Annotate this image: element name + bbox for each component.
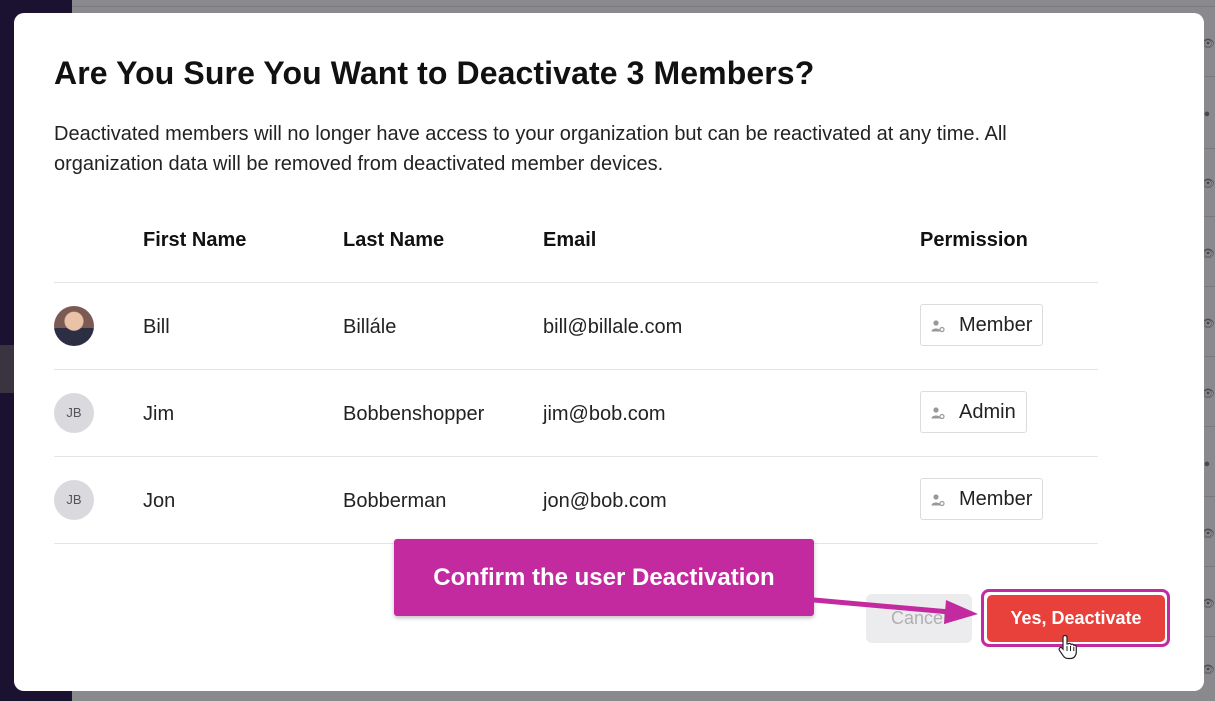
first-name-cell: Jim bbox=[143, 403, 175, 425]
avatar: JB bbox=[54, 393, 94, 433]
column-header-email: Email bbox=[543, 229, 597, 251]
background-row-divider bbox=[72, 6, 1215, 7]
user-settings-icon bbox=[931, 407, 945, 420]
table-row: Bill Billále bill@billale.com Member bbox=[54, 283, 1098, 369]
last-name-cell: Billále bbox=[343, 316, 397, 338]
email-cell: jon@bob.com bbox=[543, 490, 667, 512]
first-name-cell: Bill bbox=[143, 316, 170, 338]
email-cell: jim@bob.com bbox=[543, 403, 666, 425]
permission-label: Member bbox=[959, 314, 1033, 336]
permission-badge: Member bbox=[920, 304, 1044, 346]
table-row: JB Jon Bobberman jon@bob.com Member bbox=[54, 457, 1098, 543]
avatar: JB bbox=[54, 480, 94, 520]
dialog-description: Deactivated members will no longer have … bbox=[54, 123, 1007, 175]
last-name-cell: Bobbenshopper bbox=[343, 403, 485, 425]
cancel-button[interactable]: Cancel bbox=[866, 594, 972, 643]
user-settings-icon bbox=[931, 320, 945, 333]
first-name-cell: Jon bbox=[143, 490, 176, 512]
column-header-permission: Permission bbox=[920, 229, 1028, 251]
user-settings-icon bbox=[931, 494, 945, 507]
dialog-title: Are You Sure You Want to Deactivate 3 Me… bbox=[54, 55, 815, 91]
avatar bbox=[54, 306, 94, 346]
permission-label: Member bbox=[959, 488, 1033, 510]
permission-label: Admin bbox=[959, 401, 1016, 423]
table-row: JB Jim Bobbenshopper jim@bob.com Admin bbox=[54, 370, 1098, 456]
column-header-last-name: Last Name bbox=[343, 229, 445, 251]
email-cell: bill@billale.com bbox=[543, 316, 683, 338]
last-name-cell: Bobberman bbox=[343, 490, 447, 512]
permission-badge: Member bbox=[920, 478, 1044, 520]
permission-badge: Admin bbox=[920, 391, 1027, 433]
column-header-first-name: First Name bbox=[143, 229, 247, 251]
tutorial-callout: Confirm the user Deactivation bbox=[394, 539, 814, 616]
hand-pointer-icon bbox=[1058, 634, 1077, 660]
